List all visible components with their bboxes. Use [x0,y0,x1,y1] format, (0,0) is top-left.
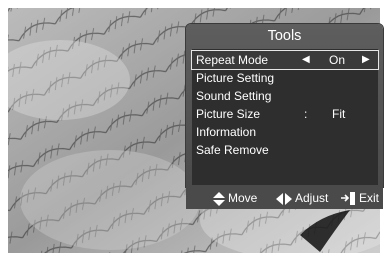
frame-top [0,0,388,8]
hint-exit[interactable]: Exit [341,191,380,206]
tools-panel: Tools Repeat Mode ◀ On ▶ Picture Setting… [186,24,383,209]
tools-footer: Move Adjust Exit [186,187,383,209]
hint-move: Move [213,191,257,206]
menu-item-label: Safe Remove [196,143,269,157]
arrow-right-icon[interactable]: ▶ [362,51,370,69]
hint-move-label: Move [228,191,258,205]
menu-item-value: On [329,53,346,67]
hint-adjust: Adjust [276,191,328,205]
menu-item-picture-setting[interactable]: Picture Setting [192,69,378,87]
menu-item-repeat-mode[interactable]: Repeat Mode ◀ On ▶ [191,50,379,70]
menu-item-label: Information [196,125,257,139]
menu-item-label: Repeat Mode [196,53,269,67]
menu-item-picture-size[interactable]: Picture Size : Fit [192,105,378,123]
arrow-left-icon[interactable]: ◀ [302,51,310,69]
tv-screen: Tools Repeat Mode ◀ On ▶ Picture Setting… [0,0,388,259]
exit-icon [341,192,355,206]
menu-item-sound-setting[interactable]: Sound Setting [192,87,378,105]
menu-item-label: Sound Setting [196,89,272,103]
tools-menu: Repeat Mode ◀ On ▶ Picture Setting Sound… [191,49,379,185]
frame-bottom [0,253,388,259]
menu-item-information[interactable]: Information [192,123,378,141]
hint-exit-label: Exit [359,191,380,205]
menu-item-separator: : [304,107,308,121]
frame-left [0,0,8,259]
menu-item-label: Picture Size [196,107,261,121]
tools-title: Tools [267,28,302,44]
menu-item-value: Fit [332,107,346,121]
hint-adjust-label: Adjust [295,191,329,205]
up-down-arrows-icon [213,191,225,206]
menu-item-label: Picture Setting [196,71,275,85]
menu-item-safe-remove[interactable]: Safe Remove [192,141,378,159]
left-right-arrows-icon [276,192,292,205]
